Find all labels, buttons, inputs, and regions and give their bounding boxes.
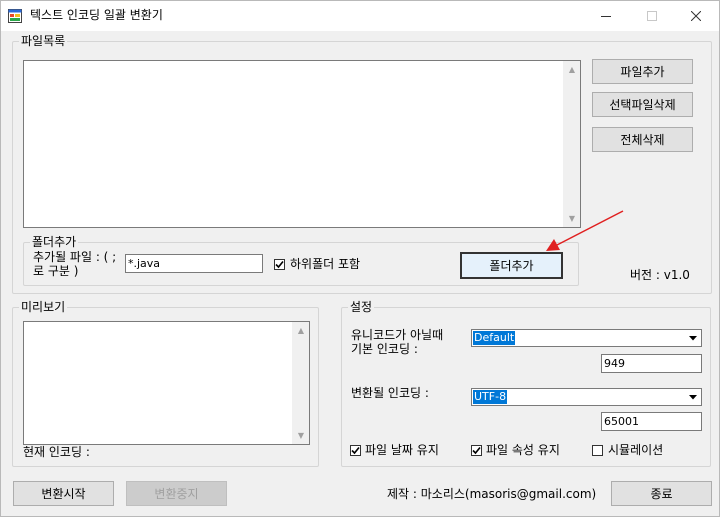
files-pattern-label-line1: 추가될 파일 : ( ;	[33, 250, 117, 264]
app-window-icon	[8, 9, 22, 23]
window-title: 텍스트 인코딩 일괄 변환기	[30, 8, 163, 22]
file-list[interactable]: ▲ ▼	[23, 60, 581, 228]
credit-label: 제작 : 마소리스(masoris@gmail.com)	[387, 487, 597, 501]
scroll-down-icon[interactable]: ▼	[293, 427, 309, 444]
target-encoding-label: 변환될 인코딩 :	[351, 386, 429, 400]
maximize-icon	[647, 10, 657, 21]
main-window: 텍스트 인코딩 일괄 변환기 파일목록 ▲ ▼ 파일추가 선택파일삭제 전체삭제…	[0, 0, 720, 517]
folder-add-group-title: 폴더추가	[30, 234, 79, 250]
title-bar: 텍스트 인코딩 일괄 변환기	[1, 1, 719, 31]
add-folder-button[interactable]: 폴더추가	[460, 252, 563, 279]
minimize-button[interactable]	[583, 1, 629, 30]
target-codepage-input[interactable]: 65001	[601, 412, 702, 431]
close-icon	[691, 10, 701, 21]
exit-button[interactable]: 종료	[611, 481, 712, 506]
close-button[interactable]	[673, 1, 719, 30]
keep-file-attr-label: 파일 속성 유지	[486, 443, 560, 457]
maximize-button[interactable]	[629, 1, 675, 30]
settings-group-title: 설정	[348, 299, 375, 315]
scroll-down-icon[interactable]: ▼	[564, 210, 580, 227]
keep-file-attr-checkbox[interactable]	[471, 445, 482, 456]
current-encoding-label: 현재 인코딩 :	[23, 445, 90, 459]
target-encoding-value: UTF-8	[473, 390, 508, 404]
preview-group-title: 미리보기	[19, 299, 68, 315]
stop-conversion-button[interactable]: 변환중지	[126, 481, 227, 506]
scroll-up-icon[interactable]: ▲	[564, 61, 580, 78]
preview-textbox[interactable]: ▲ ▼	[23, 321, 310, 445]
checkmark-icon	[275, 260, 284, 269]
checkmark-icon	[472, 446, 481, 455]
checkmark-icon	[351, 446, 360, 455]
keep-file-date-checkbox[interactable]	[350, 445, 361, 456]
target-encoding-select[interactable]: UTF-8	[471, 388, 702, 406]
version-label: 버전 : v1.0	[630, 268, 690, 282]
default-encoding-value: Default	[473, 331, 516, 345]
start-conversion-button[interactable]: 변환시작	[13, 481, 114, 506]
files-pattern-input[interactable]: *.java	[125, 254, 263, 273]
chevron-down-icon[interactable]	[685, 330, 701, 346]
minimize-icon	[601, 15, 611, 17]
delete-all-button[interactable]: 전체삭제	[592, 127, 693, 152]
file-list-scrollbar[interactable]: ▲ ▼	[563, 61, 580, 227]
preview-scrollbar[interactable]: ▲ ▼	[292, 322, 309, 444]
default-encoding-select[interactable]: Default	[471, 329, 702, 347]
file-list-group-title: 파일목록	[19, 33, 68, 49]
chevron-down-icon[interactable]	[685, 389, 701, 405]
simulation-checkbox[interactable]	[592, 445, 603, 456]
add-file-button[interactable]: 파일추가	[592, 59, 693, 84]
simulation-label: 시뮬레이션	[608, 443, 664, 457]
default-encoding-label-line2: 기본 인코딩 :	[351, 342, 418, 356]
default-codepage-input[interactable]: 949	[601, 354, 702, 373]
include-subfolders-label: 하위폴더 포함	[290, 257, 361, 271]
scroll-up-icon[interactable]: ▲	[293, 322, 309, 339]
include-subfolders-checkbox[interactable]	[274, 259, 285, 270]
default-encoding-label-line1: 유니코드가 아닐때	[351, 328, 444, 342]
keep-file-date-label: 파일 날짜 유지	[365, 443, 439, 457]
files-pattern-label-line2: 로 구분 )	[33, 264, 79, 278]
delete-selected-button[interactable]: 선택파일삭제	[592, 92, 693, 117]
